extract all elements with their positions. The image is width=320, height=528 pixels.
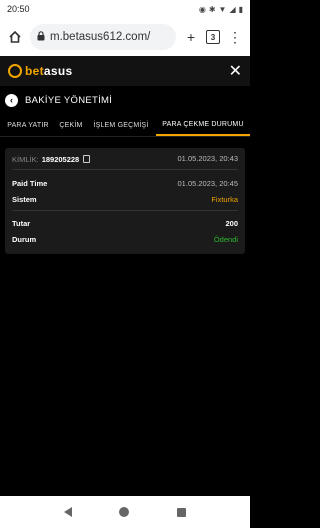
browser-toolbar: m.betasus612.com/ + 3 ⋮ <box>0 18 250 56</box>
tab-withdraw[interactable]: ÇEKİM <box>56 114 86 136</box>
system-row: Sistem Fixturka <box>12 191 238 211</box>
amount-row: Tutar 200 <box>12 215 238 231</box>
nav-back-icon[interactable] <box>63 507 72 517</box>
status-time: 20:50 <box>7 4 30 14</box>
logo-text: betasus <box>25 64 73 78</box>
status-label: Durum <box>12 234 37 244</box>
amount-value: 200 <box>225 218 238 228</box>
page-header: ‹ BAKİYE YÖNETİMİ <box>0 86 250 114</box>
id-label: KİMLİK: <box>12 154 39 164</box>
created-date: 01.05.2023, 20:43 <box>177 154 238 163</box>
new-tab-icon[interactable]: + <box>180 26 202 48</box>
back-icon[interactable]: ‹ <box>5 93 18 107</box>
site-header: betasus ✕ <box>0 56 250 86</box>
paid-time-row: Paid Time 01.05.2023, 20:45 <box>12 175 238 191</box>
lock-icon <box>37 30 45 44</box>
status-badge: Ödendi <box>213 234 238 244</box>
paid-time-value: 01.05.2023, 20:45 <box>177 178 238 188</box>
battery-icon: ▮ <box>238 4 243 14</box>
nav-home-icon[interactable] <box>119 507 130 517</box>
paid-time-label: Paid Time <box>12 178 48 188</box>
status-row: Durum Ödendi <box>12 231 238 247</box>
tabs-button[interactable]: 3 <box>202 26 224 48</box>
site-logo[interactable]: betasus <box>8 64 229 78</box>
system-nav-bar <box>0 496 250 528</box>
home-icon[interactable] <box>4 26 26 48</box>
id-value: 189205228 <box>41 154 80 164</box>
tab-bar: PARA YATIR ÇEKİM İŞLEM GEÇMİŞİ PARA ÇEKM… <box>0 114 250 137</box>
nav-recents-icon[interactable] <box>177 507 187 517</box>
status-bar: 20:50 ◉ ✱ ▼ ◢ ▮ <box>0 0 250 18</box>
signal-icon: ◢ <box>229 4 236 14</box>
tab-withdrawal-status[interactable]: PARA ÇEKME DURUMU <box>156 114 250 136</box>
tab-deposit[interactable]: PARA YATIR <box>0 114 56 136</box>
amount-label: Tutar <box>12 218 31 228</box>
copy-icon[interactable] <box>83 154 91 163</box>
bluetooth-icon: ✱ <box>208 4 216 14</box>
system-value: Fixturka <box>211 195 238 204</box>
withdrawal-card: KİMLİK: 189205228 01.05.2023, 20:43 Paid … <box>5 148 245 254</box>
record-id-row: KİMLİK: 189205228 01.05.2023, 20:43 <box>12 148 238 170</box>
status-icons: ◉ ✱ ▼ ◢ ▮ <box>199 5 243 14</box>
wifi-icon: ▼ <box>218 4 227 14</box>
tab-transaction-history[interactable]: İŞLEM GEÇMİŞİ <box>86 114 156 136</box>
address-bar[interactable]: m.betasus612.com/ <box>30 24 176 50</box>
url-text: m.betasus612.com/ <box>50 31 151 43</box>
system-label: Sistem <box>12 195 37 204</box>
tabs-count: 3 <box>206 30 220 44</box>
page-title: BAKİYE YÖNETİMİ <box>25 94 113 106</box>
close-icon[interactable]: ✕ <box>229 61 242 81</box>
menu-dots-icon[interactable]: ⋮ <box>224 26 246 48</box>
eye-icon: ◉ <box>198 4 206 14</box>
logo-icon <box>8 64 22 78</box>
